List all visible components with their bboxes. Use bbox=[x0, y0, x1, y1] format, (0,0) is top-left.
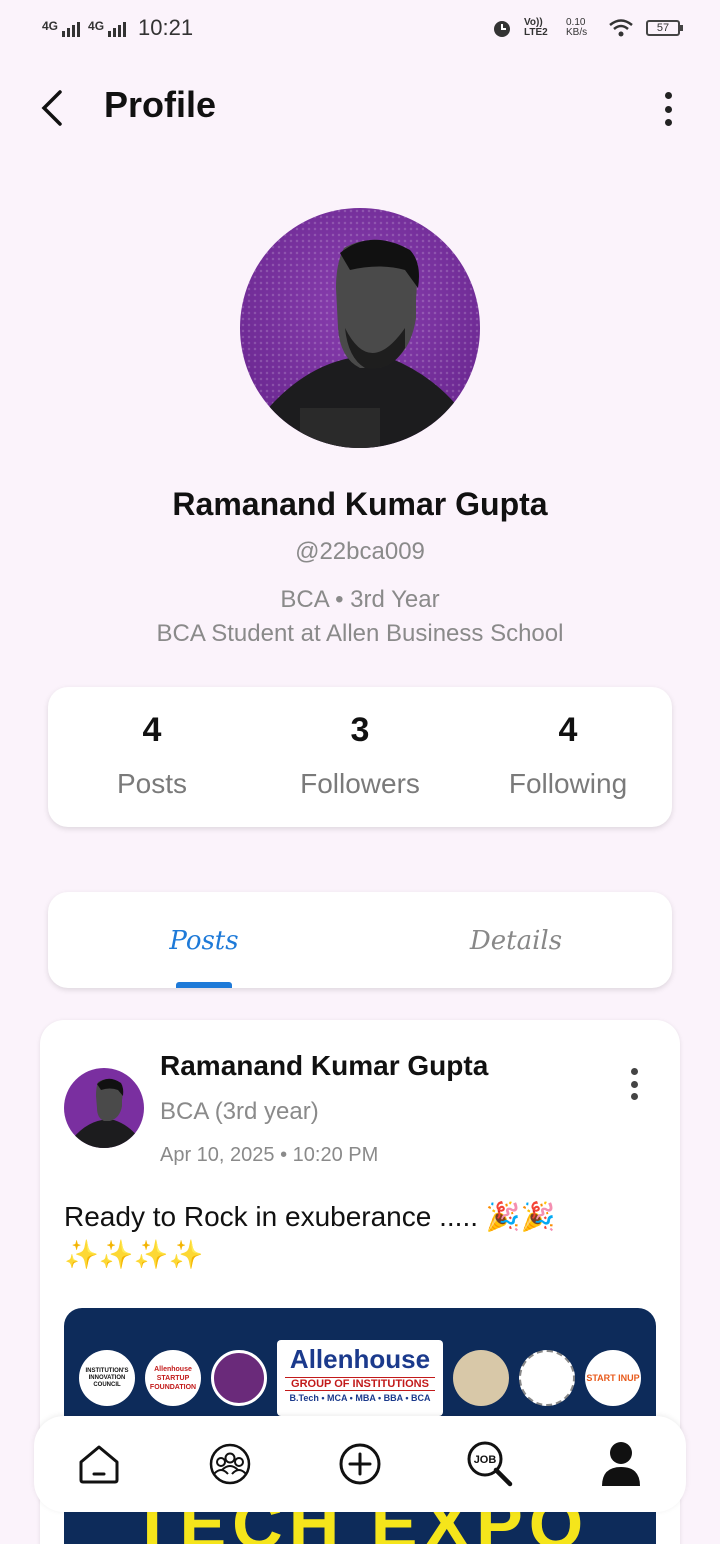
dot-icon bbox=[630, 1068, 638, 1075]
back-button[interactable] bbox=[34, 86, 74, 130]
post-timestamp: Apr 10, 2025 • 10:20 PM bbox=[160, 1144, 379, 1166]
sponsor-logos: INSTITUTION'S INNOVATION COUNCIL Allenho… bbox=[64, 1338, 656, 1418]
clock: 10:21 bbox=[138, 15, 194, 40]
wifi-icon bbox=[609, 19, 633, 37]
stat-following[interactable]: 4 Following bbox=[464, 687, 672, 827]
dot-icon bbox=[664, 105, 672, 113]
more-options-button[interactable] bbox=[658, 92, 678, 126]
person-photo bbox=[69, 1078, 142, 1148]
profile-avatar[interactable] bbox=[240, 208, 480, 448]
tab-label: Posts bbox=[169, 926, 239, 956]
post-author-course: BCA (3rd year) bbox=[160, 1098, 319, 1125]
network-speed: 0.10 KB/s bbox=[566, 17, 588, 38]
profile-name: Ramanand Kumar Gupta bbox=[172, 486, 548, 522]
add-post-icon bbox=[339, 1443, 381, 1485]
startinup-logo: START INUP bbox=[585, 1350, 641, 1406]
stat-label: Posts bbox=[116, 768, 188, 799]
person-photo bbox=[260, 239, 470, 448]
dot-icon bbox=[664, 119, 672, 126]
nav-community[interactable] bbox=[202, 1436, 258, 1492]
bottom-navigation: JOB bbox=[34, 1416, 686, 1512]
home-icon bbox=[79, 1445, 119, 1484]
nav-home[interactable] bbox=[71, 1436, 127, 1492]
alarm-icon bbox=[494, 21, 510, 37]
profile-icon bbox=[601, 1442, 640, 1486]
profile-tabs: Posts Details bbox=[48, 892, 672, 988]
collage-logo bbox=[453, 1350, 509, 1406]
dot-icon bbox=[630, 1093, 638, 1100]
profile-course: BCA • 3rd Year bbox=[280, 586, 440, 613]
allenhouse-logo: Allenhouse GROUP OF INSTITUTIONS B.Tech … bbox=[277, 1340, 443, 1416]
tab-label: Details bbox=[469, 926, 563, 956]
nav-jobs[interactable]: JOB bbox=[462, 1436, 518, 1492]
volte-indicator: Vo)) LTE2 bbox=[524, 17, 548, 38]
government-emblem-logo bbox=[519, 1350, 575, 1406]
profile-handle: @22bca009 bbox=[295, 538, 425, 565]
signal-icon: 4G bbox=[42, 19, 81, 37]
stat-label: Followers bbox=[300, 768, 420, 799]
post-author-avatar[interactable] bbox=[64, 1068, 144, 1148]
active-tab-indicator bbox=[176, 982, 232, 988]
svg-text:JOB: JOB bbox=[474, 1454, 497, 1466]
tab-details[interactable]: Details bbox=[360, 892, 672, 988]
app-header: Profile bbox=[0, 72, 720, 142]
battery-icon: 57 bbox=[646, 20, 683, 36]
tab-posts[interactable]: Posts bbox=[48, 892, 360, 988]
status-left: 4G 4G 10:21 bbox=[42, 15, 193, 41]
stats-card: 4 Posts 3 Followers 4 Following bbox=[48, 687, 672, 827]
dot-icon bbox=[664, 92, 672, 99]
profile-bio: BCA Student at Allen Business School bbox=[156, 620, 564, 647]
dot-icon bbox=[630, 1080, 638, 1088]
stat-value: 4 bbox=[142, 711, 162, 749]
nav-profile[interactable] bbox=[593, 1436, 649, 1492]
stat-posts[interactable]: 4 Posts bbox=[48, 687, 256, 827]
emblem-logo bbox=[211, 1350, 267, 1406]
post-text: Ready to Rock in exuberance ..... 🎉🎉 ✨✨✨… bbox=[64, 1201, 556, 1270]
status-bar: 4G 4G 10:21 Vo)) LTE2 0.10 KB/s 57 bbox=[0, 0, 720, 56]
post-author-name[interactable]: Ramanand Kumar Gupta bbox=[160, 1050, 488, 1082]
community-icon bbox=[209, 1443, 250, 1485]
stat-followers[interactable]: 3 Followers bbox=[256, 687, 464, 827]
signal-icon-2: 4G bbox=[88, 19, 127, 37]
stat-value: 3 bbox=[350, 711, 370, 749]
stat-value: 4 bbox=[558, 711, 578, 749]
page-title: Profile bbox=[104, 84, 217, 125]
status-right: Vo)) LTE2 0.10 KB/s 57 bbox=[492, 17, 683, 38]
post-options-button[interactable] bbox=[628, 1068, 640, 1100]
nav-add-post[interactable] bbox=[332, 1436, 388, 1492]
startup-foundation-logo: Allenhouse STARTUP FOUNDATION bbox=[145, 1350, 201, 1406]
job-search-icon: JOB bbox=[467, 1441, 513, 1487]
stat-label: Following bbox=[508, 768, 628, 799]
chevron-left-icon bbox=[41, 90, 62, 126]
iic-logo: INSTITUTION'S INNOVATION COUNCIL bbox=[79, 1350, 135, 1406]
